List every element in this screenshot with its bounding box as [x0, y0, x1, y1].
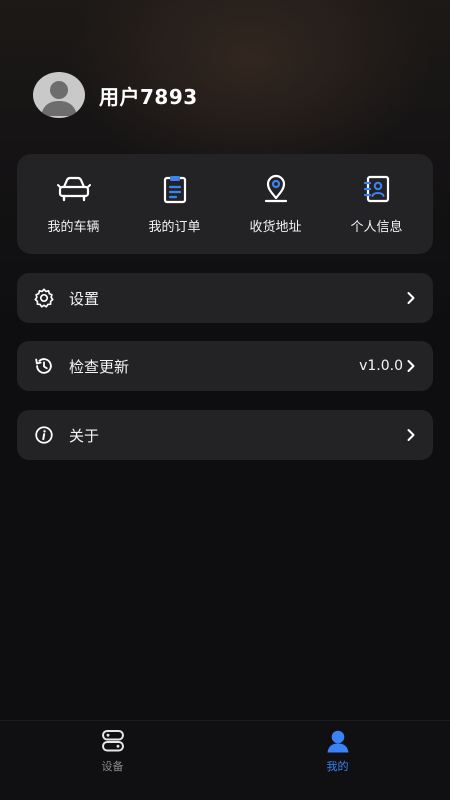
- car-icon: [56, 174, 91, 204]
- location-pin-icon: [259, 174, 293, 204]
- tab-mine[interactable]: 我的: [225, 721, 450, 800]
- settings-label: 设置: [69, 289, 100, 308]
- quick-action-label: 收货地址: [249, 219, 302, 235]
- username: 用户7893: [99, 84, 198, 109]
- quick-action-my-orders[interactable]: 我的订单: [127, 174, 223, 235]
- quick-action-shipping-address[interactable]: 收货地址: [228, 174, 324, 235]
- quick-action-label: 个人信息: [350, 219, 403, 235]
- quick-action-personal-info[interactable]: 个人信息: [329, 174, 425, 235]
- bottom-tab-bar: 设备 我的: [0, 720, 450, 800]
- about-label: 关于: [69, 426, 100, 445]
- info-icon: [33, 424, 55, 446]
- chevron-right-icon: [405, 428, 417, 442]
- avatar[interactable]: [33, 72, 85, 118]
- quick-action-label: 我的订单: [148, 219, 201, 235]
- person-icon: [325, 729, 351, 753]
- about-row[interactable]: 关于: [17, 410, 433, 460]
- check-update-label: 检查更新: [69, 357, 130, 376]
- chevron-right-icon: [405, 359, 417, 373]
- devices-icon: [100, 729, 126, 753]
- tab-devices[interactable]: 设备: [0, 721, 225, 800]
- quick-action-my-vehicles[interactable]: 我的车辆: [26, 174, 122, 235]
- version-value: v1.0.0: [359, 358, 403, 374]
- chevron-right-icon: [405, 291, 417, 305]
- history-icon: [33, 355, 55, 377]
- gear-icon: [33, 287, 55, 309]
- clipboard-icon: [158, 174, 192, 204]
- contact-card-icon: [360, 174, 394, 204]
- quick-action-label: 我的车辆: [47, 219, 100, 235]
- tab-devices-label: 设备: [101, 760, 124, 773]
- check-update-row[interactable]: 检查更新 v1.0.0: [17, 341, 433, 391]
- tab-mine-label: 我的: [326, 760, 349, 773]
- profile-header[interactable]: 用户7893: [33, 72, 198, 118]
- user-avatar-icon: [41, 81, 77, 116]
- settings-row[interactable]: 设置: [17, 273, 433, 323]
- quick-actions-card: 我的车辆 我的订单 收货地址 个人信息: [17, 154, 433, 254]
